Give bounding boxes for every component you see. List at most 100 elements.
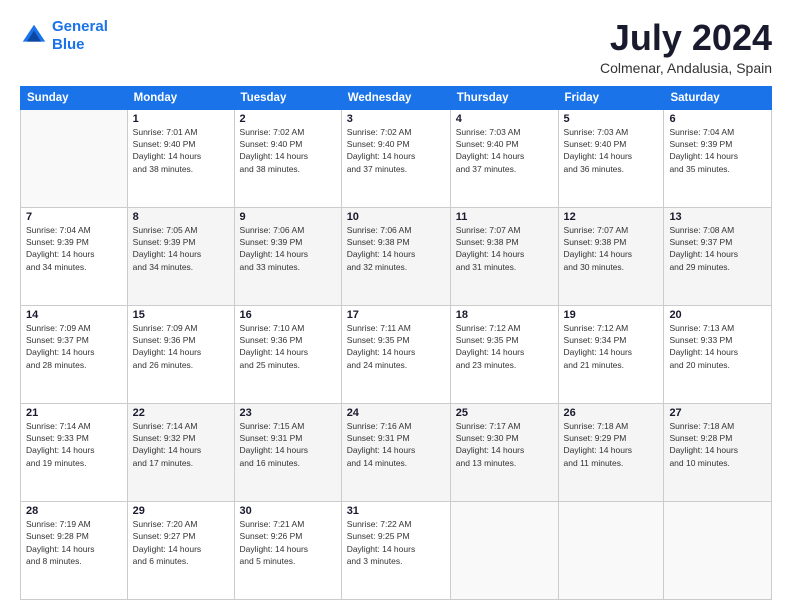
day-number: 3	[347, 113, 445, 125]
calendar-day-cell: 13Sunrise: 7:08 AMSunset: 9:37 PMDayligh…	[664, 207, 772, 305]
weekday-header-cell: Friday	[558, 86, 664, 109]
calendar-day-cell: 20Sunrise: 7:13 AMSunset: 9:33 PMDayligh…	[664, 305, 772, 403]
day-number: 30	[240, 505, 336, 517]
day-info: Sunrise: 7:01 AMSunset: 9:40 PMDaylight:…	[133, 126, 229, 175]
calendar-body: 1Sunrise: 7:01 AMSunset: 9:40 PMDaylight…	[21, 109, 772, 599]
calendar-week-row: 28Sunrise: 7:19 AMSunset: 9:28 PMDayligh…	[21, 501, 772, 599]
day-info: Sunrise: 7:18 AMSunset: 9:28 PMDaylight:…	[669, 420, 766, 469]
day-info: Sunrise: 7:14 AMSunset: 9:32 PMDaylight:…	[133, 420, 229, 469]
calendar-day-cell: 6Sunrise: 7:04 AMSunset: 9:39 PMDaylight…	[664, 109, 772, 207]
calendar-day-cell: 10Sunrise: 7:06 AMSunset: 9:38 PMDayligh…	[341, 207, 450, 305]
calendar-week-row: 7Sunrise: 7:04 AMSunset: 9:39 PMDaylight…	[21, 207, 772, 305]
day-number: 7	[26, 211, 122, 223]
day-number: 21	[26, 407, 122, 419]
calendar-day-cell: 24Sunrise: 7:16 AMSunset: 9:31 PMDayligh…	[341, 403, 450, 501]
calendar-day-cell: 19Sunrise: 7:12 AMSunset: 9:34 PMDayligh…	[558, 305, 664, 403]
location: Colmenar, Andalusia, Spain	[600, 60, 772, 76]
calendar-day-cell: 26Sunrise: 7:18 AMSunset: 9:29 PMDayligh…	[558, 403, 664, 501]
day-number: 5	[564, 113, 659, 125]
day-info: Sunrise: 7:21 AMSunset: 9:26 PMDaylight:…	[240, 518, 336, 567]
day-info: Sunrise: 7:03 AMSunset: 9:40 PMDaylight:…	[456, 126, 553, 175]
day-number: 29	[133, 505, 229, 517]
day-number: 14	[26, 309, 122, 321]
day-number: 28	[26, 505, 122, 517]
calendar-day-cell: 4Sunrise: 7:03 AMSunset: 9:40 PMDaylight…	[450, 109, 558, 207]
day-number: 8	[133, 211, 229, 223]
day-info: Sunrise: 7:02 AMSunset: 9:40 PMDaylight:…	[347, 126, 445, 175]
calendar-day-cell: 9Sunrise: 7:06 AMSunset: 9:39 PMDaylight…	[234, 207, 341, 305]
calendar-day-cell: 14Sunrise: 7:09 AMSunset: 9:37 PMDayligh…	[21, 305, 128, 403]
calendar-day-cell	[450, 501, 558, 599]
calendar-day-cell: 29Sunrise: 7:20 AMSunset: 9:27 PMDayligh…	[127, 501, 234, 599]
day-number: 13	[669, 211, 766, 223]
calendar-week-row: 21Sunrise: 7:14 AMSunset: 9:33 PMDayligh…	[21, 403, 772, 501]
calendar-table: SundayMondayTuesdayWednesdayThursdayFrid…	[20, 86, 772, 600]
day-info: Sunrise: 7:04 AMSunset: 9:39 PMDaylight:…	[669, 126, 766, 175]
calendar-day-cell: 17Sunrise: 7:11 AMSunset: 9:35 PMDayligh…	[341, 305, 450, 403]
day-number: 1	[133, 113, 229, 125]
calendar-day-cell: 1Sunrise: 7:01 AMSunset: 9:40 PMDaylight…	[127, 109, 234, 207]
day-info: Sunrise: 7:06 AMSunset: 9:39 PMDaylight:…	[240, 224, 336, 273]
day-info: Sunrise: 7:15 AMSunset: 9:31 PMDaylight:…	[240, 420, 336, 469]
weekday-header-cell: Sunday	[21, 86, 128, 109]
day-number: 22	[133, 407, 229, 419]
day-info: Sunrise: 7:17 AMSunset: 9:30 PMDaylight:…	[456, 420, 553, 469]
day-number: 26	[564, 407, 659, 419]
logo: General Blue	[20, 18, 108, 54]
logo-icon	[20, 22, 48, 50]
title-block: July 2024 Colmenar, Andalusia, Spain	[600, 18, 772, 76]
calendar-week-row: 14Sunrise: 7:09 AMSunset: 9:37 PMDayligh…	[21, 305, 772, 403]
calendar-day-cell: 7Sunrise: 7:04 AMSunset: 9:39 PMDaylight…	[21, 207, 128, 305]
day-info: Sunrise: 7:22 AMSunset: 9:25 PMDaylight:…	[347, 518, 445, 567]
calendar-day-cell	[664, 501, 772, 599]
logo-text: General Blue	[52, 18, 108, 54]
calendar-day-cell: 30Sunrise: 7:21 AMSunset: 9:26 PMDayligh…	[234, 501, 341, 599]
logo-line1: General	[52, 18, 108, 35]
day-number: 19	[564, 309, 659, 321]
weekday-header-cell: Saturday	[664, 86, 772, 109]
calendar-day-cell: 21Sunrise: 7:14 AMSunset: 9:33 PMDayligh…	[21, 403, 128, 501]
day-number: 23	[240, 407, 336, 419]
day-info: Sunrise: 7:09 AMSunset: 9:37 PMDaylight:…	[26, 322, 122, 371]
calendar-day-cell: 23Sunrise: 7:15 AMSunset: 9:31 PMDayligh…	[234, 403, 341, 501]
day-info: Sunrise: 7:02 AMSunset: 9:40 PMDaylight:…	[240, 126, 336, 175]
calendar-day-cell: 15Sunrise: 7:09 AMSunset: 9:36 PMDayligh…	[127, 305, 234, 403]
day-info: Sunrise: 7:07 AMSunset: 9:38 PMDaylight:…	[456, 224, 553, 273]
weekday-header-cell: Monday	[127, 86, 234, 109]
weekday-header-cell: Wednesday	[341, 86, 450, 109]
calendar-day-cell: 5Sunrise: 7:03 AMSunset: 9:40 PMDaylight…	[558, 109, 664, 207]
calendar-day-cell: 12Sunrise: 7:07 AMSunset: 9:38 PMDayligh…	[558, 207, 664, 305]
day-info: Sunrise: 7:12 AMSunset: 9:34 PMDaylight:…	[564, 322, 659, 371]
day-number: 18	[456, 309, 553, 321]
logo-line2: Blue	[52, 36, 85, 53]
page: General Blue July 2024 Colmenar, Andalus…	[0, 0, 792, 612]
day-info: Sunrise: 7:18 AMSunset: 9:29 PMDaylight:…	[564, 420, 659, 469]
day-number: 20	[669, 309, 766, 321]
calendar-day-cell: 16Sunrise: 7:10 AMSunset: 9:36 PMDayligh…	[234, 305, 341, 403]
day-number: 15	[133, 309, 229, 321]
day-info: Sunrise: 7:12 AMSunset: 9:35 PMDaylight:…	[456, 322, 553, 371]
calendar-day-cell: 25Sunrise: 7:17 AMSunset: 9:30 PMDayligh…	[450, 403, 558, 501]
calendar-day-cell	[558, 501, 664, 599]
day-number: 31	[347, 505, 445, 517]
day-info: Sunrise: 7:10 AMSunset: 9:36 PMDaylight:…	[240, 322, 336, 371]
calendar-week-row: 1Sunrise: 7:01 AMSunset: 9:40 PMDaylight…	[21, 109, 772, 207]
day-number: 6	[669, 113, 766, 125]
day-number: 16	[240, 309, 336, 321]
calendar-day-cell: 8Sunrise: 7:05 AMSunset: 9:39 PMDaylight…	[127, 207, 234, 305]
day-info: Sunrise: 7:11 AMSunset: 9:35 PMDaylight:…	[347, 322, 445, 371]
day-number: 12	[564, 211, 659, 223]
day-number: 9	[240, 211, 336, 223]
calendar-day-cell: 11Sunrise: 7:07 AMSunset: 9:38 PMDayligh…	[450, 207, 558, 305]
calendar-day-cell: 2Sunrise: 7:02 AMSunset: 9:40 PMDaylight…	[234, 109, 341, 207]
calendar-day-cell: 27Sunrise: 7:18 AMSunset: 9:28 PMDayligh…	[664, 403, 772, 501]
day-number: 25	[456, 407, 553, 419]
calendar-day-cell: 22Sunrise: 7:14 AMSunset: 9:32 PMDayligh…	[127, 403, 234, 501]
day-number: 10	[347, 211, 445, 223]
month-title: July 2024	[600, 18, 772, 58]
day-number: 2	[240, 113, 336, 125]
calendar-day-cell: 3Sunrise: 7:02 AMSunset: 9:40 PMDaylight…	[341, 109, 450, 207]
calendar-day-cell: 31Sunrise: 7:22 AMSunset: 9:25 PMDayligh…	[341, 501, 450, 599]
header: General Blue July 2024 Colmenar, Andalus…	[20, 18, 772, 76]
day-info: Sunrise: 7:04 AMSunset: 9:39 PMDaylight:…	[26, 224, 122, 273]
